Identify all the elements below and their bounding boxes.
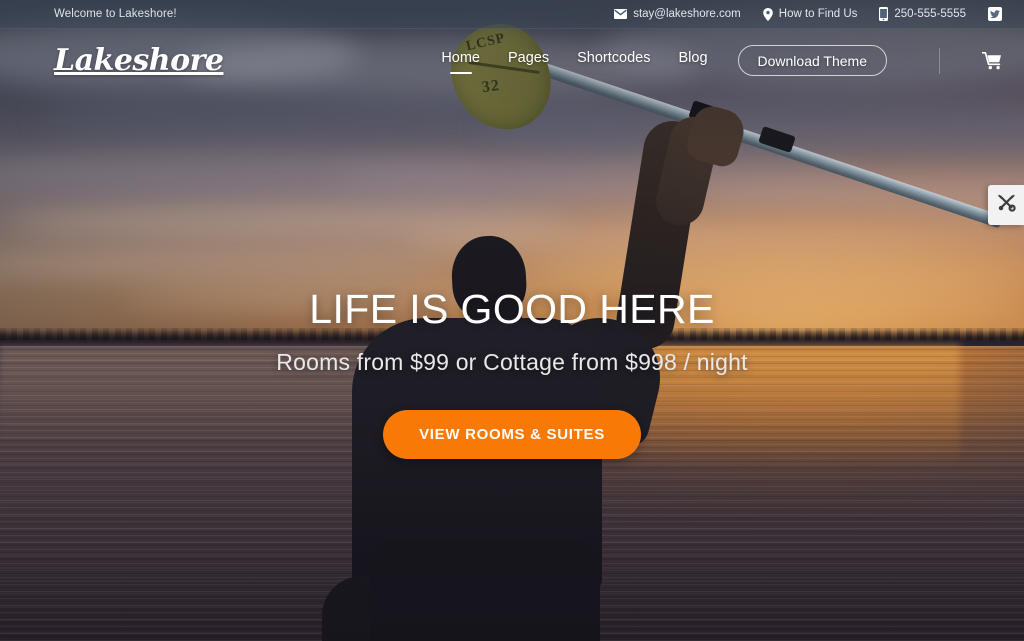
top-utility-bar: Welcome to Lakeshore! stay@lakeshore.com — [0, 0, 1024, 29]
mobile-phone-icon — [879, 7, 889, 21]
site-header: Lakeshore Home Pages Shortcodes Blog Dow… — [0, 29, 1024, 92]
hero-title: LIFE IS GOOD HERE — [309, 286, 715, 332]
download-theme-button[interactable]: Download Theme — [737, 45, 887, 76]
nav-item-shortcodes[interactable]: Shortcodes — [577, 50, 650, 72]
tools-wrench-screwdriver-icon — [997, 193, 1016, 217]
nav-item-blog[interactable]: Blog — [678, 50, 707, 72]
envelope-icon — [614, 9, 628, 19]
topbar-contact-group: stay@lakeshore.com How to Find Us 250-55… — [614, 7, 1002, 21]
main-navigation: Home Pages Shortcodes Blog Download Them… — [441, 45, 1002, 76]
page-root: LCSP 32 Welcome to Lakeshore! stay@lakes… — [0, 0, 1024, 641]
nav-divider — [939, 47, 940, 74]
topbar-find-us-text: How to Find Us — [778, 8, 858, 20]
location-pin-icon — [762, 7, 773, 21]
shopping-cart-icon[interactable] — [982, 51, 1002, 70]
topbar-phone-text: 250-555-5555 — [894, 8, 966, 20]
view-rooms-and-suites-button[interactable]: VIEW ROOMS & SUITES — [383, 410, 641, 459]
topbar-email-link[interactable]: stay@lakeshore.com — [614, 8, 741, 20]
topbar-twitter-link[interactable] — [988, 7, 1002, 21]
topbar-email-text: stay@lakeshore.com — [633, 8, 741, 20]
hero-subtitle: Rooms from $99 or Cottage from $998 / ni… — [276, 349, 748, 375]
theme-options-toggle[interactable] — [988, 185, 1024, 225]
welcome-message: Welcome to Lakeshore! — [54, 8, 177, 20]
topbar-phone-link[interactable]: 250-555-5555 — [879, 7, 966, 21]
kayaker-hip — [370, 540, 600, 641]
topbar-find-us-link[interactable]: How to Find Us — [762, 7, 858, 21]
site-logo[interactable]: Lakeshore — [54, 43, 224, 78]
nav-item-pages[interactable]: Pages — [508, 50, 549, 72]
nav-item-home[interactable]: Home — [441, 50, 480, 72]
twitter-icon — [988, 7, 1002, 21]
